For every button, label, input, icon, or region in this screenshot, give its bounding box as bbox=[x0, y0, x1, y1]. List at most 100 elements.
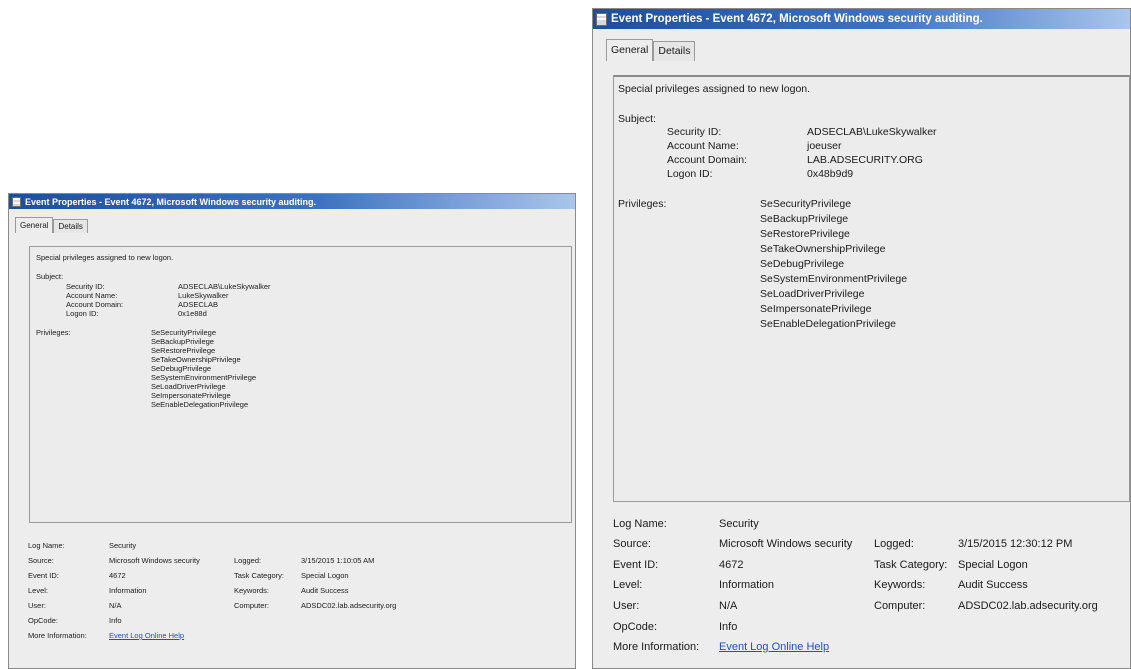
event-properties-window-left: Event Properties - Event 4672, Microsoft… bbox=[8, 193, 576, 669]
task-category-label: Task Category: bbox=[234, 571, 285, 580]
event-description-panel[interactable]: Special privileges assigned to new logon… bbox=[613, 75, 1130, 502]
window-title: Event Properties - Event 4672, Microsoft… bbox=[25, 196, 316, 207]
more-information-label: More Information: bbox=[28, 631, 87, 640]
privilege-item: SeBackupPrivilege bbox=[151, 337, 214, 346]
privileges-heading: Privileges: bbox=[36, 328, 71, 337]
tab-details[interactable]: Details bbox=[53, 219, 88, 233]
level-value: Information bbox=[719, 579, 775, 591]
privilege-item: SeSecurityPrivilege bbox=[151, 328, 217, 337]
task-category-label: Task Category: bbox=[874, 559, 948, 571]
privilege-item: SeImpersonatePrivilege bbox=[760, 303, 872, 315]
privilege-item: SeSecurityPrivilege bbox=[760, 198, 852, 210]
user-value: N/A bbox=[719, 600, 738, 612]
subject-label-logon-id: Logon ID: bbox=[66, 309, 99, 318]
source-value: Microsoft Windows security bbox=[109, 556, 200, 565]
title-bar[interactable]: Event Properties - Event 4672, Microsoft… bbox=[9, 194, 575, 209]
logged-value: 3/15/2015 1:10:05 AM bbox=[301, 556, 375, 565]
user-value: N/A bbox=[109, 601, 122, 610]
privilege-item: SeLoadDriverPrivilege bbox=[151, 382, 226, 391]
keywords-value: Audit Success bbox=[301, 586, 349, 595]
tab-general[interactable]: General bbox=[15, 217, 54, 233]
task-category-value: Special Logon bbox=[301, 571, 349, 580]
level-value: Information bbox=[109, 586, 147, 595]
keywords-label: Keywords: bbox=[874, 579, 926, 591]
computer-value: ADSDC02.lab.adsecurity.org bbox=[301, 601, 397, 610]
subject-value-account-domain: LAB.ADSECURITY.ORG bbox=[807, 154, 923, 166]
privilege-item: SeSystemEnvironmentPrivilege bbox=[151, 373, 257, 382]
privilege-item: SeRestorePrivilege bbox=[151, 346, 216, 355]
window-title: Event Properties - Event 4672, Microsoft… bbox=[611, 13, 983, 25]
subject-label-security-id: Security ID: bbox=[667, 126, 722, 138]
user-label: User: bbox=[28, 601, 46, 610]
keywords-value: Audit Success bbox=[958, 579, 1028, 591]
privilege-item: SeSystemEnvironmentPrivilege bbox=[760, 273, 908, 285]
privilege-item: SeLoadDriverPrivilege bbox=[760, 288, 865, 300]
tab-general[interactable]: General bbox=[606, 39, 654, 61]
subject-value-logon-id: 0x48b9d9 bbox=[807, 168, 854, 180]
subject-heading: Subject: bbox=[618, 113, 656, 125]
opcode-label: OpCode: bbox=[28, 616, 59, 625]
log-name-label: Log Name: bbox=[613, 518, 667, 530]
subject-label-security-id: Security ID: bbox=[66, 282, 105, 291]
privilege-item: SeRestorePrivilege bbox=[760, 228, 850, 240]
source-label: Source: bbox=[28, 556, 54, 565]
privilege-item: SeTakeOwnershipPrivilege bbox=[760, 243, 886, 255]
more-information-label: More Information: bbox=[613, 641, 700, 653]
event-log-online-help-link[interactable]: Event Log Online Help bbox=[719, 641, 829, 653]
subject-label-account-domain: Account Domain: bbox=[667, 154, 747, 166]
logged-label: Logged: bbox=[874, 538, 914, 550]
event-log-online-help-link[interactable]: Event Log Online Help bbox=[109, 631, 184, 640]
event-description-panel[interactable]: Special privileges assigned to new logon… bbox=[29, 246, 572, 523]
task-category-value: Special Logon bbox=[958, 559, 1028, 571]
subject-value-account-name: joeuser bbox=[807, 140, 842, 152]
computer-label: Computer: bbox=[874, 600, 926, 612]
computer-value: ADSDC02.lab.adsecurity.org bbox=[958, 600, 1098, 612]
privilege-item: SeEnableDelegationPrivilege bbox=[760, 318, 897, 330]
privilege-item: SeTakeOwnershipPrivilege bbox=[151, 355, 241, 364]
subject-label-account-name: Account Name: bbox=[66, 291, 118, 300]
event-id-value: 4672 bbox=[719, 559, 744, 571]
privilege-item: SeDebugPrivilege bbox=[760, 258, 845, 270]
log-name-value: Security bbox=[719, 518, 759, 530]
subject-value-security-id: ADSECLAB\LukeSkywalker bbox=[178, 282, 271, 291]
subject-label-account-domain: Account Domain: bbox=[66, 300, 124, 309]
tab-details[interactable]: Details bbox=[653, 41, 696, 61]
subject-heading: Subject: bbox=[36, 272, 64, 281]
source-label: Source: bbox=[613, 538, 651, 550]
privilege-item: SeDebugPrivilege bbox=[151, 364, 212, 373]
tab-strip: General Details bbox=[15, 217, 88, 233]
event-id-label: Event ID: bbox=[613, 559, 659, 571]
opcode-value: Info bbox=[109, 616, 122, 625]
subject-label-account-name: Account Name: bbox=[667, 140, 739, 152]
event-viewer-icon bbox=[596, 12, 607, 26]
user-label: User: bbox=[613, 600, 640, 612]
subject-value-security-id: ADSECLAB\LukeSkywalker bbox=[807, 126, 937, 138]
logged-label: Logged: bbox=[234, 556, 262, 565]
privileges-heading: Privileges: bbox=[618, 198, 667, 210]
privilege-item: SeEnableDelegationPrivilege bbox=[151, 400, 249, 409]
opcode-value: Info bbox=[719, 621, 738, 633]
opcode-label: OpCode: bbox=[613, 621, 658, 633]
privilege-item: SeImpersonatePrivilege bbox=[151, 391, 231, 400]
level-label: Level: bbox=[613, 579, 643, 591]
keywords-label: Keywords: bbox=[234, 586, 270, 595]
event-summary: Special privileges assigned to new logon… bbox=[36, 253, 174, 262]
privilege-item: SeBackupPrivilege bbox=[760, 213, 849, 225]
subject-value-account-name: LukeSkywalker bbox=[178, 291, 229, 300]
subject-value-logon-id: 0x1e88d bbox=[178, 309, 207, 318]
source-value: Microsoft Windows security bbox=[719, 538, 853, 550]
subject-value-account-domain: ADSECLAB bbox=[178, 300, 219, 309]
event-viewer-icon bbox=[12, 196, 21, 207]
level-label: Level: bbox=[28, 586, 49, 595]
event-summary: Special privileges assigned to new logon… bbox=[618, 83, 811, 95]
event-id-value: 4672 bbox=[109, 571, 126, 580]
logged-value: 3/15/2015 12:30:12 PM bbox=[958, 538, 1073, 550]
event-properties-window-right: Event Properties - Event 4672, Microsoft… bbox=[592, 8, 1131, 669]
subject-label-logon-id: Logon ID: bbox=[667, 168, 713, 180]
title-bar[interactable]: Event Properties - Event 4672, Microsoft… bbox=[593, 9, 1130, 29]
log-name-value: Security bbox=[109, 541, 137, 550]
computer-label: Computer: bbox=[234, 601, 270, 610]
event-id-label: Event ID: bbox=[28, 571, 59, 580]
log-name-label: Log Name: bbox=[28, 541, 65, 550]
tab-strip: General Details bbox=[606, 39, 696, 61]
